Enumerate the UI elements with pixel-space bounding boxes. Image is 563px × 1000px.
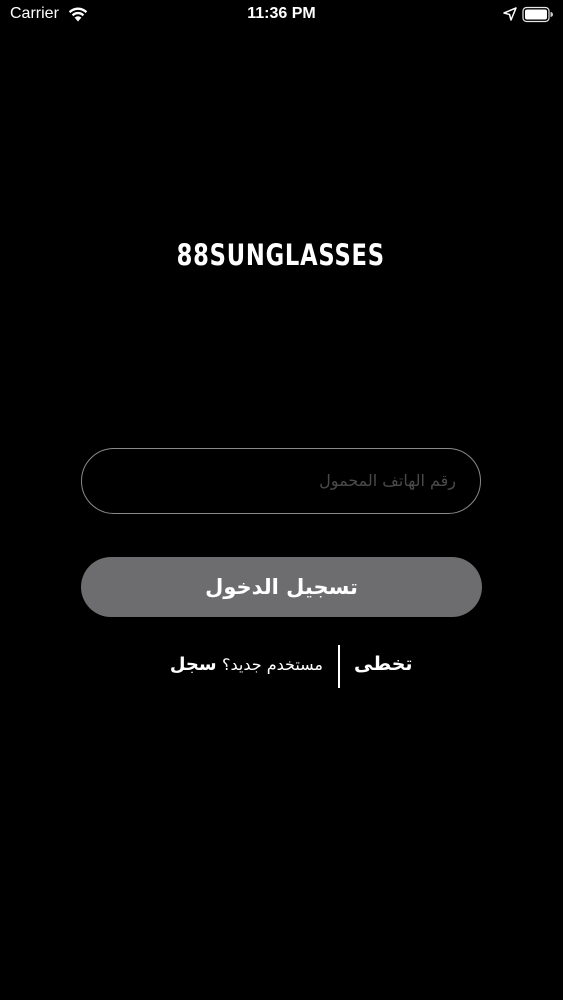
location-arrow-icon	[503, 7, 517, 21]
auth-links: مستخدم جديد؟ سجل تخطى	[0, 645, 563, 689]
skip-link[interactable]: تخطى	[354, 653, 413, 675]
register-link[interactable]: مستخدم جديد؟ سجل	[170, 654, 323, 675]
status-time: 11:36 PM	[247, 5, 316, 22]
phone-input[interactable]	[106, 449, 456, 512]
login-button-label: تسجيل الدخول	[205, 575, 358, 599]
phone-field[interactable]	[81, 448, 481, 514]
register-action: سجل	[169, 654, 217, 675]
divider	[338, 645, 340, 688]
status-bar: Carrier 11:36 PM	[0, 0, 563, 30]
register-prefix: مستخدم جديد؟	[221, 655, 323, 674]
login-button[interactable]: تسجيل الدخول	[81, 557, 482, 617]
battery-icon	[522, 6, 553, 23]
brand-logo-text: 88SUNGLASSES	[176, 238, 385, 272]
